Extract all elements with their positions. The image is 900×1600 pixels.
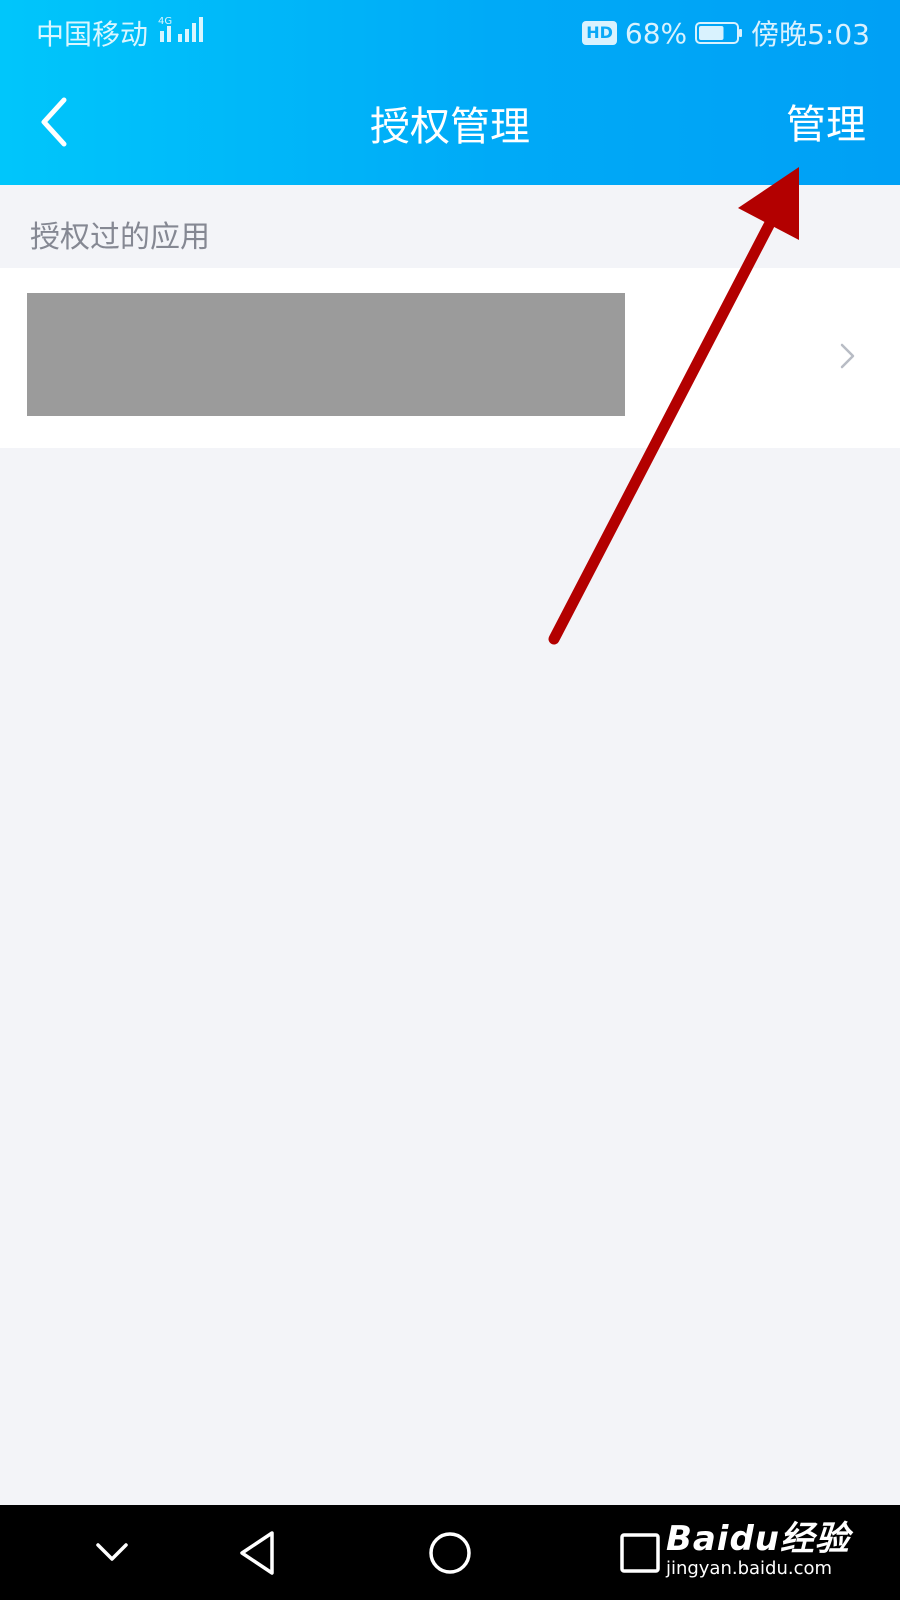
watermark-logo: Baidu经验 <box>665 1519 850 1559</box>
status-bar: 中国移动 4G HD 68% 傍晚5:03 <box>0 0 900 62</box>
manage-button[interactable]: 管理 <box>786 92 866 150</box>
network-type: 4G <box>158 16 172 27</box>
carrier-name: 中国移动 <box>36 18 149 51</box>
recents-square-icon[interactable] <box>610 1523 670 1583</box>
hide-keyboard-icon[interactable] <box>82 1523 142 1583</box>
watermark-url: jingyan.baidu.com <box>665 1558 833 1579</box>
redacted-app-info <box>27 293 625 416</box>
chevron-right-icon <box>840 343 855 369</box>
authorized-app-list <box>0 268 900 448</box>
list-item[interactable] <box>0 268 900 448</box>
home-circle-icon[interactable] <box>420 1523 480 1583</box>
status-right-group: HD 68% 傍晚5:03 <box>582 13 870 53</box>
signal-icon: 4G <box>158 16 203 42</box>
baidu-watermark: Baidu经验 jingyan.baidu.com <box>666 1511 850 1579</box>
navigation-bar: 授权管理 管理 <box>0 62 900 185</box>
hd-badge: HD <box>582 21 617 45</box>
header-bar: 中国移动 4G HD 68% 傍晚5:03 授权管理 管理 <box>0 0 900 185</box>
battery-icon <box>695 22 743 44</box>
clock: 傍晚5:03 <box>751 18 870 51</box>
back-triangle-icon[interactable] <box>228 1523 288 1583</box>
page-title: 授权管理 <box>370 104 530 150</box>
system-navigation-bar: Baidu经验 jingyan.baidu.com <box>0 1505 900 1600</box>
section-label: 授权过的应用 <box>30 220 210 255</box>
battery-percent: 68% <box>624 16 688 50</box>
